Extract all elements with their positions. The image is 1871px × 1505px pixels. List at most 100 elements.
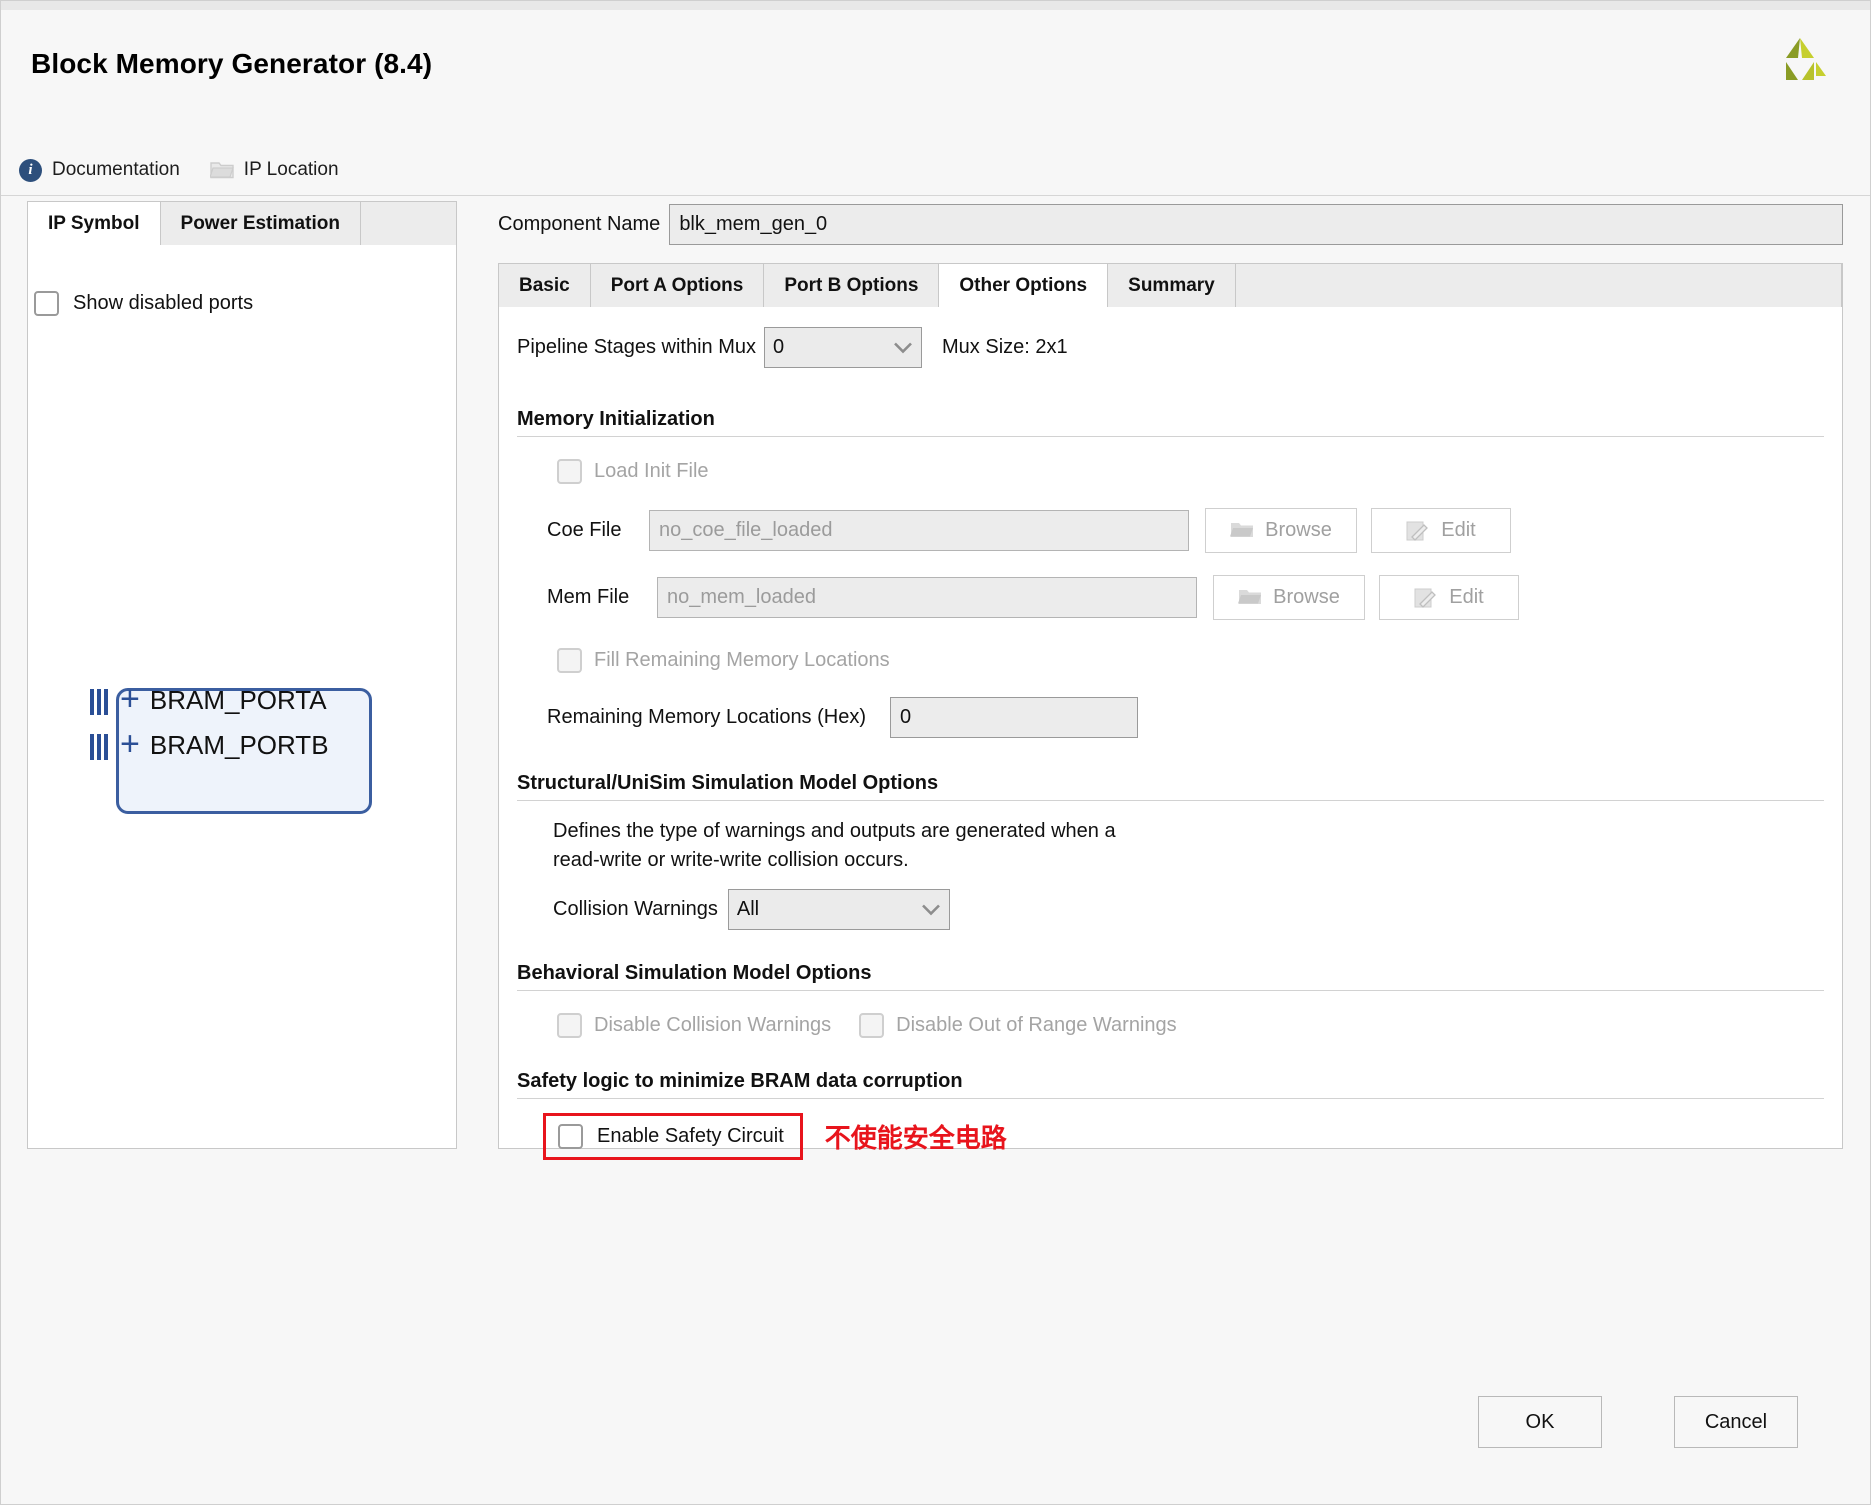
tab-port-b-options-label: Port B Options (784, 274, 919, 296)
disable-out-of-range-label: Disable Out of Range Warnings (896, 1014, 1177, 1036)
behavioral-simulation-heading: Behavioral Simulation Model Options (517, 962, 872, 984)
folder-icon (1230, 523, 1254, 537)
fill-remaining-checkbox[interactable] (557, 648, 582, 673)
tab-other-options-label: Other Options (959, 274, 1088, 296)
bram-portb-bus-icon (90, 734, 108, 760)
documentation-link[interactable]: i Documentation (19, 158, 180, 182)
ip-symbol-canvas: + BRAM_PORTA + BRAM_PORTB (28, 245, 456, 1148)
coe-file-input[interactable]: no_coe_file_loaded (649, 510, 1189, 551)
disable-collision-warnings-checkbox[interactable] (557, 1013, 582, 1038)
left-tabstrip-filler (360, 202, 456, 245)
disable-out-of-range-checkbox[interactable] (859, 1013, 885, 1038)
section-divider (517, 436, 1824, 437)
component-name-input[interactable]: blk_mem_gen_0 (669, 204, 1843, 245)
tab-summary[interactable]: Summary (1108, 264, 1236, 307)
dialog-header: Block Memory Generator (8.4) i Documenta… (1, 10, 1870, 196)
cancel-button-label: Cancel (1704, 1410, 1768, 1433)
pipeline-stages-row: Pipeline Stages within Mux 0 Mux Size: 2… (499, 327, 1842, 368)
configuration-panel: Component Name blk_mem_gen_0 Basic Port … (498, 201, 1843, 1160)
mem-file-label: Mem File (547, 586, 630, 608)
enable-safety-circuit-highlight: Enable Safety Circuit (543, 1113, 803, 1160)
expand-plus-icon[interactable]: + (120, 682, 140, 716)
expand-plus-icon[interactable]: + (120, 727, 140, 761)
tab-port-a-options[interactable]: Port A Options (590, 264, 765, 307)
structural-description: Defines the type of warnings and outputs… (553, 817, 1824, 875)
fill-remaining-label: Fill Remaining Memory Locations (594, 649, 890, 671)
ok-button[interactable]: OK (1478, 1396, 1602, 1448)
memory-initialization-section: Memory Initialization Load Init File Coe… (499, 408, 1842, 738)
pencil-edit-icon (1414, 588, 1437, 608)
mem-file-input[interactable]: no_mem_loaded (657, 577, 1197, 618)
tab-port-a-options-label: Port A Options (610, 274, 744, 296)
xilinx-logo-icon (1786, 38, 1826, 80)
ip-location-label: IP Location (243, 159, 339, 180)
mux-size-label: Mux Size: 2x1 (942, 336, 1068, 358)
bram-port-a-row[interactable]: + BRAM_PORTA (120, 682, 327, 716)
coe-file-row: Coe File no_coe_file_loaded Browse Edit (547, 508, 1824, 553)
mem-file-browse-button[interactable]: Browse (1213, 575, 1365, 620)
mem-file-edit-label: Edit (1449, 586, 1484, 608)
safety-circuit-row: Enable Safety Circuit 不使能安全电路 (543, 1113, 1824, 1160)
coe-file-browse-button[interactable]: Browse (1205, 508, 1357, 553)
pencil-edit-icon (1406, 521, 1429, 541)
section-divider (517, 800, 1824, 801)
component-name-label: Component Name (498, 213, 661, 235)
disable-collision-warnings-label: Disable Collision Warnings (594, 1014, 832, 1036)
structural-description-line2: read-write or write-write collision occu… (553, 849, 909, 871)
tab-power-estimation[interactable]: Power Estimation (160, 202, 361, 245)
ip-location-link[interactable]: IP Location (209, 159, 339, 181)
pipeline-stages-label: Pipeline Stages within Mux (517, 336, 757, 358)
tab-port-b-options[interactable]: Port B Options (764, 264, 940, 307)
mem-file-row: Mem File no_mem_loaded Browse Edit (547, 575, 1824, 620)
action-bar: i Documentation IP Location (19, 152, 339, 188)
structural-description-line1: Defines the type of warnings and outputs… (553, 820, 1116, 842)
memory-initialization-heading: Memory Initialization (517, 408, 715, 430)
tab-ip-symbol[interactable]: IP Symbol (28, 202, 161, 245)
block-memory-generator-dialog: Block Memory Generator (8.4) i Documenta… (0, 0, 1871, 1505)
section-divider (517, 990, 1824, 991)
mem-file-value: no_mem_loaded (667, 586, 816, 608)
tab-other-options[interactable]: Other Options (939, 264, 1109, 307)
collision-warnings-label: Collision Warnings (553, 898, 718, 920)
mem-file-edit-button[interactable]: Edit (1379, 575, 1519, 620)
tab-summary-label: Summary (1128, 274, 1215, 296)
behavioral-simulation-section: Behavioral Simulation Model Options Disa… (499, 962, 1842, 1038)
enable-safety-circuit-label: Enable Safety Circuit (597, 1125, 784, 1147)
coe-file-browse-label: Browse (1265, 519, 1332, 541)
window-top-strip (1, 1, 1870, 10)
safety-logic-section: Safety logic to minimize BRAM data corru… (499, 1070, 1842, 1160)
collision-warnings-value: All (736, 898, 760, 920)
bram-port-b-label: BRAM_PORTB (149, 730, 329, 760)
info-icon: i (19, 158, 42, 182)
collision-warnings-select[interactable]: All (727, 889, 950, 930)
fill-remaining-row[interactable]: Fill Remaining Memory Locations (557, 648, 1824, 673)
collision-warnings-row: Collision Warnings All (553, 889, 1824, 930)
options-tabstrip: Basic Port A Options Port B Options Othe… (498, 263, 1843, 307)
structural-unisim-heading: Structural/UniSim Simulation Model Optio… (517, 772, 939, 794)
pipeline-stages-value: 0 (773, 336, 785, 358)
tab-basic-label: Basic (519, 274, 570, 296)
chevron-down-icon (921, 904, 940, 915)
behavioral-checkbox-row: Disable Collision Warnings Disable Out o… (557, 1013, 1824, 1038)
tab-basic[interactable]: Basic (499, 264, 591, 307)
load-init-file-row[interactable]: Load Init File (557, 459, 1824, 484)
structural-unisim-section: Structural/UniSim Simulation Model Optio… (499, 772, 1842, 930)
enable-safety-circuit-checkbox[interactable] (558, 1124, 583, 1149)
bram-porta-bus-icon (90, 689, 108, 715)
cancel-button[interactable]: Cancel (1674, 1396, 1798, 1448)
ip-symbol-body: Show disabled ports + BRAM_PORTA + BRAM_… (27, 245, 457, 1149)
documentation-label: Documentation (52, 159, 180, 180)
coe-file-edit-button[interactable]: Edit (1371, 508, 1511, 553)
component-name-row: Component Name blk_mem_gen_0 (498, 204, 1843, 245)
options-tabstrip-filler (1235, 264, 1842, 307)
remaining-memory-input[interactable]: 0 (890, 697, 1139, 738)
load-init-file-checkbox[interactable] (557, 459, 582, 484)
pipeline-stages-select[interactable]: 0 (764, 327, 923, 368)
bram-port-a-label: BRAM_PORTA (149, 685, 327, 715)
ok-button-label: OK (1525, 1410, 1555, 1433)
folder-icon (209, 162, 234, 179)
safety-logic-heading: Safety logic to minimize BRAM data corru… (517, 1070, 963, 1092)
coe-file-edit-label: Edit (1441, 519, 1476, 541)
bram-port-b-row[interactable]: + BRAM_PORTB (120, 727, 329, 761)
load-init-file-label: Load Init File (594, 460, 709, 482)
